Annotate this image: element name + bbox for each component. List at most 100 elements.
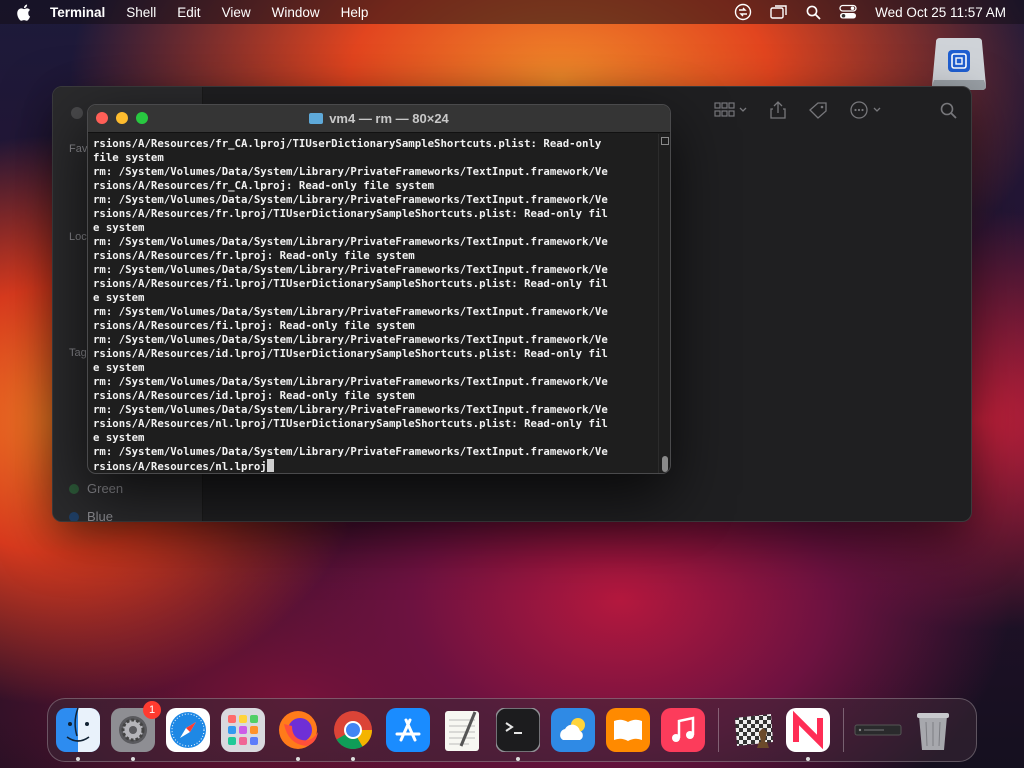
terminal-titlebar[interactable]: vm4 — rm — 80×24 xyxy=(88,105,670,133)
terminal-line: rm: /System/Volumes/Data/System/Library/… xyxy=(93,235,608,248)
menu-clock[interactable]: Wed Oct 25 11:57 AM xyxy=(875,5,1006,20)
tag-label: Blue xyxy=(87,509,114,522)
dock-launchpad[interactable] xyxy=(221,708,265,752)
view-options-icon[interactable] xyxy=(714,102,748,123)
terminal-line: rm: /System/Volumes/Data/System/Library/… xyxy=(93,193,608,206)
terminal-title: vm4 — rm — 80×24 xyxy=(309,111,449,126)
terminal-window[interactable]: vm4 — rm — 80×24 rsions/A/Resources/fr_C… xyxy=(87,104,671,474)
sidebar-section-locations: Loc xyxy=(69,231,87,243)
menu-bar: Terminal Shell Edit View Window Help Wed… xyxy=(0,0,1024,24)
terminal-line: rsions/A/Resources/fr_CA.lproj: Read-onl… xyxy=(93,179,435,192)
scrollbar-thumb[interactable] xyxy=(662,456,668,472)
terminal-line: rsions/A/Resources/fi.lproj/TIUserDictio… xyxy=(93,277,608,290)
scroll-split-icon[interactable] xyxy=(661,137,669,145)
chrome-icon xyxy=(331,708,375,752)
terminal-line: rsions/A/Resources/nl.lproj xyxy=(93,459,660,473)
dock-trash[interactable] xyxy=(911,708,955,752)
terminal-close-button[interactable] xyxy=(96,112,108,124)
terminal-icon xyxy=(496,708,540,752)
dock-finder[interactable] xyxy=(56,708,100,761)
terminal-scrollbar[interactable] xyxy=(658,134,670,473)
folder-icon xyxy=(309,113,324,124)
dock-books[interactable] xyxy=(606,708,650,752)
window-icon[interactable] xyxy=(770,4,788,20)
safari-icon xyxy=(166,708,210,752)
finder-search-icon[interactable] xyxy=(940,102,957,124)
terminal-line: rsions/A/Resources/fr_CA.lproj/TIUserDic… xyxy=(93,137,602,150)
dock-weather[interactable] xyxy=(551,708,595,752)
weather-icon xyxy=(551,708,595,752)
notification-badge: 1 xyxy=(143,701,161,719)
tag-green-dot-icon xyxy=(69,483,79,494)
sidebar-section-favorites: Fav xyxy=(69,143,88,155)
dock-chess[interactable] xyxy=(731,708,775,752)
dock-minimized-window[interactable] xyxy=(854,708,902,752)
dock-news[interactable] xyxy=(786,708,830,761)
sidebar-tag-blue[interactable]: Blue xyxy=(69,509,114,522)
terminal-line: rsions/A/Resources/fr.lproj/TIUserDictio… xyxy=(93,207,608,220)
terminal-line: e system xyxy=(93,291,145,304)
dock-terminal[interactable] xyxy=(496,708,540,761)
tag-icon[interactable] xyxy=(808,101,828,124)
running-indicator xyxy=(806,757,810,761)
running-indicator xyxy=(516,757,520,761)
terminal-zoom-button[interactable] xyxy=(136,112,148,124)
trash-icon xyxy=(911,708,955,752)
dock-safari[interactable] xyxy=(166,708,210,752)
tag-label: Green xyxy=(87,481,124,496)
music-icon xyxy=(661,708,705,752)
running-indicator xyxy=(296,757,300,761)
control-center-icon[interactable] xyxy=(839,4,857,20)
dock: 1 xyxy=(47,698,977,762)
dock-system-settings[interactable]: 1 xyxy=(111,701,161,761)
more-actions-icon[interactable] xyxy=(850,101,884,124)
terminal-line: e system xyxy=(93,361,145,374)
terminal-line: rm: /System/Volumes/Data/System/Library/… xyxy=(93,403,608,416)
sidebar-tag-green[interactable]: Green xyxy=(69,481,123,496)
terminal-line: rm: /System/Volumes/Data/System/Library/… xyxy=(93,445,608,458)
menu-view[interactable]: View xyxy=(222,5,251,20)
menu-edit[interactable]: Edit xyxy=(177,5,200,20)
minimized-window-icon xyxy=(854,720,902,740)
tag-blue-dot-icon xyxy=(69,511,79,521)
terminal-line: rm: /System/Volumes/Data/System/Library/… xyxy=(93,263,608,276)
menu-help[interactable]: Help xyxy=(341,5,369,20)
textedit-icon xyxy=(441,708,485,752)
launchpad-icon xyxy=(221,708,265,752)
finder-toolbar xyxy=(714,101,957,124)
news-icon xyxy=(786,708,830,752)
external-disk-icon[interactable] xyxy=(930,36,988,92)
terminal-line: rsions/A/Resources/fr.lproj: Read-only f… xyxy=(93,249,415,262)
spotlight-search-icon[interactable] xyxy=(806,5,821,20)
sidebar-section-tags: Tag xyxy=(69,347,87,359)
terminal-minimize-button[interactable] xyxy=(116,112,128,124)
menu-app-terminal[interactable]: Terminal xyxy=(50,5,105,20)
terminal-output[interactable]: rsions/A/Resources/fr_CA.lproj/TIUserDic… xyxy=(88,134,660,473)
terminal-line: rsions/A/Resources/id.lproj/TIUserDictio… xyxy=(93,347,608,360)
firefox-icon xyxy=(276,708,320,752)
apple-menu-icon[interactable] xyxy=(16,4,38,21)
terminal-line: e system xyxy=(93,431,145,444)
terminal-line: file system xyxy=(93,151,164,164)
running-indicator xyxy=(131,757,135,761)
menu-window[interactable]: Window xyxy=(272,5,320,20)
dock-separator xyxy=(843,708,844,752)
dock-textedit[interactable] xyxy=(441,708,485,752)
finder-icon xyxy=(56,708,100,752)
dock-music[interactable] xyxy=(661,708,705,752)
dock-chrome[interactable] xyxy=(331,708,375,761)
terminal-traffic-lights xyxy=(96,112,148,124)
terminal-line: rsions/A/Resources/fi.lproj: Read-only f… xyxy=(93,319,415,332)
chess-icon xyxy=(731,708,775,752)
finder-close-button[interactable] xyxy=(71,107,83,119)
share-icon[interactable] xyxy=(770,101,786,124)
terminal-line: rm: /System/Volumes/Data/System/Library/… xyxy=(93,333,608,346)
screen-sharing-icon[interactable] xyxy=(734,3,752,21)
terminal-title-text: vm4 — rm — 80×24 xyxy=(329,111,449,126)
menu-shell[interactable]: Shell xyxy=(126,5,156,20)
dock-firefox[interactable] xyxy=(276,708,320,761)
terminal-line: rsions/A/Resources/nl.lproj/TIUserDictio… xyxy=(93,417,608,430)
running-indicator xyxy=(76,757,80,761)
dock-app-store[interactable] xyxy=(386,708,430,752)
books-icon xyxy=(606,708,650,752)
